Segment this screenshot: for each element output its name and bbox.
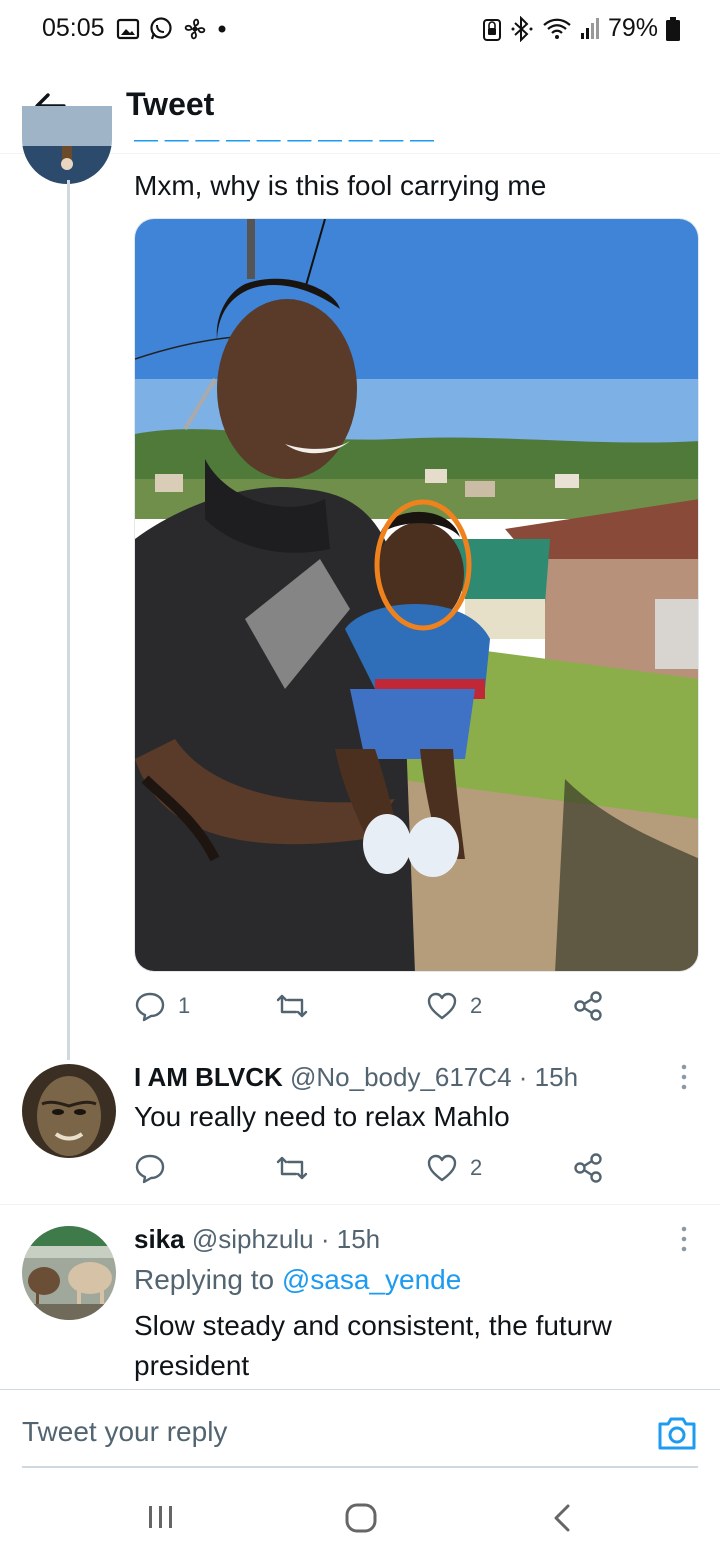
whatsapp-icon	[150, 17, 172, 40]
back-nav-icon[interactable]	[550, 1502, 576, 1534]
reply2-time: · 15h	[320, 1224, 381, 1254]
reply1-header: I AM BLVCK @No_body_617C4 · 15h	[134, 1062, 578, 1093]
battery-icon	[666, 16, 680, 41]
page-title: Tweet	[126, 86, 215, 122]
dot-icon	[218, 25, 226, 33]
reply2-more-icon[interactable]	[676, 1224, 692, 1254]
reply1-time: · 15h	[518, 1062, 579, 1092]
reply1-actions: 2	[134, 1152, 614, 1192]
reply2-handle[interactable]: @siphzulu	[192, 1224, 314, 1254]
reply2-text: Slow steady and consistent, the futurw p…	[134, 1306, 612, 1386]
retweet-icon	[276, 994, 308, 1018]
clipped-replying-line: — — — — — — — — — — —	[134, 140, 434, 154]
retweet-icon	[276, 1156, 308, 1180]
tweet-divider	[0, 1204, 720, 1205]
reply2-text-line2: president	[134, 1350, 250, 1381]
parent-tweet-text: Mxm, why is this fool carrying me	[134, 170, 547, 201]
fan-icon	[184, 18, 206, 40]
reply-button[interactable]: 1	[134, 990, 190, 1022]
gallery-icon	[116, 18, 140, 40]
replying-handle-link[interactable]: @sasa_yende	[282, 1264, 461, 1295]
parent-tweet-actions: 1 2	[134, 990, 614, 1030]
parent-tweet-avatar[interactable]	[22, 106, 112, 184]
notification-icons	[116, 16, 228, 42]
reply2-text-line1: Slow steady and consistent, the futurw	[134, 1310, 612, 1341]
composer-underline	[22, 1466, 698, 1468]
reply1-handle[interactable]: @No_body_617C4	[290, 1062, 512, 1092]
status-time: 05:05	[42, 14, 105, 42]
reply1-more-icon[interactable]	[676, 1062, 692, 1092]
heart-icon	[427, 992, 457, 1020]
reply1-retweet-button[interactable]	[274, 1152, 310, 1184]
comment-icon	[135, 992, 165, 1022]
share-button[interactable]	[572, 990, 604, 1022]
camera-icon[interactable]	[656, 1412, 698, 1454]
share-icon	[574, 991, 602, 1021]
reply2-header: sika @siphzulu · 15h	[134, 1224, 380, 1255]
retweet-button[interactable]	[274, 990, 310, 1022]
reply-composer: Tweet your reply	[0, 1389, 720, 1469]
reply2-replying-to: Replying to @sasa_yende	[134, 1264, 461, 1296]
reply1-text: You really need to relax Mahlo	[134, 1101, 510, 1132]
reply1-avatar[interactable]	[22, 1064, 116, 1158]
lock-icon	[482, 18, 501, 41]
system-icons: 79%	[482, 14, 680, 43]
reply1-name[interactable]: I AM BLVCK	[134, 1062, 283, 1092]
reply1-reply-button[interactable]	[134, 1152, 166, 1184]
wifi-icon	[543, 18, 571, 39]
reply-count: 1	[178, 993, 191, 1018]
recent-apps-icon[interactable]	[146, 1502, 176, 1532]
like-count: 2	[470, 993, 483, 1018]
thread-connector	[67, 180, 70, 1060]
tweet-photo[interactable]	[134, 218, 699, 972]
reply1-like-button[interactable]: 2	[426, 1152, 482, 1184]
system-nav-bar	[0, 1470, 720, 1560]
home-icon[interactable]	[344, 1502, 378, 1534]
signal-icon	[580, 17, 599, 39]
reply2-name[interactable]: sika	[134, 1224, 185, 1254]
replying-prefix: Replying to	[134, 1264, 275, 1295]
reply-input[interactable]: Tweet your reply	[22, 1416, 227, 1448]
like-button[interactable]: 2	[426, 990, 482, 1022]
share-icon	[574, 1153, 602, 1183]
reply1-share-button[interactable]	[572, 1152, 604, 1184]
bluetooth-icon	[511, 15, 533, 42]
status-bar: 05:05 79%	[0, 0, 720, 60]
reply1-like-count: 2	[470, 1155, 483, 1180]
battery-percent: 79%	[607, 14, 658, 42]
comment-icon	[135, 1154, 165, 1184]
heart-icon	[427, 1154, 457, 1182]
reply2-avatar[interactable]	[22, 1226, 116, 1320]
